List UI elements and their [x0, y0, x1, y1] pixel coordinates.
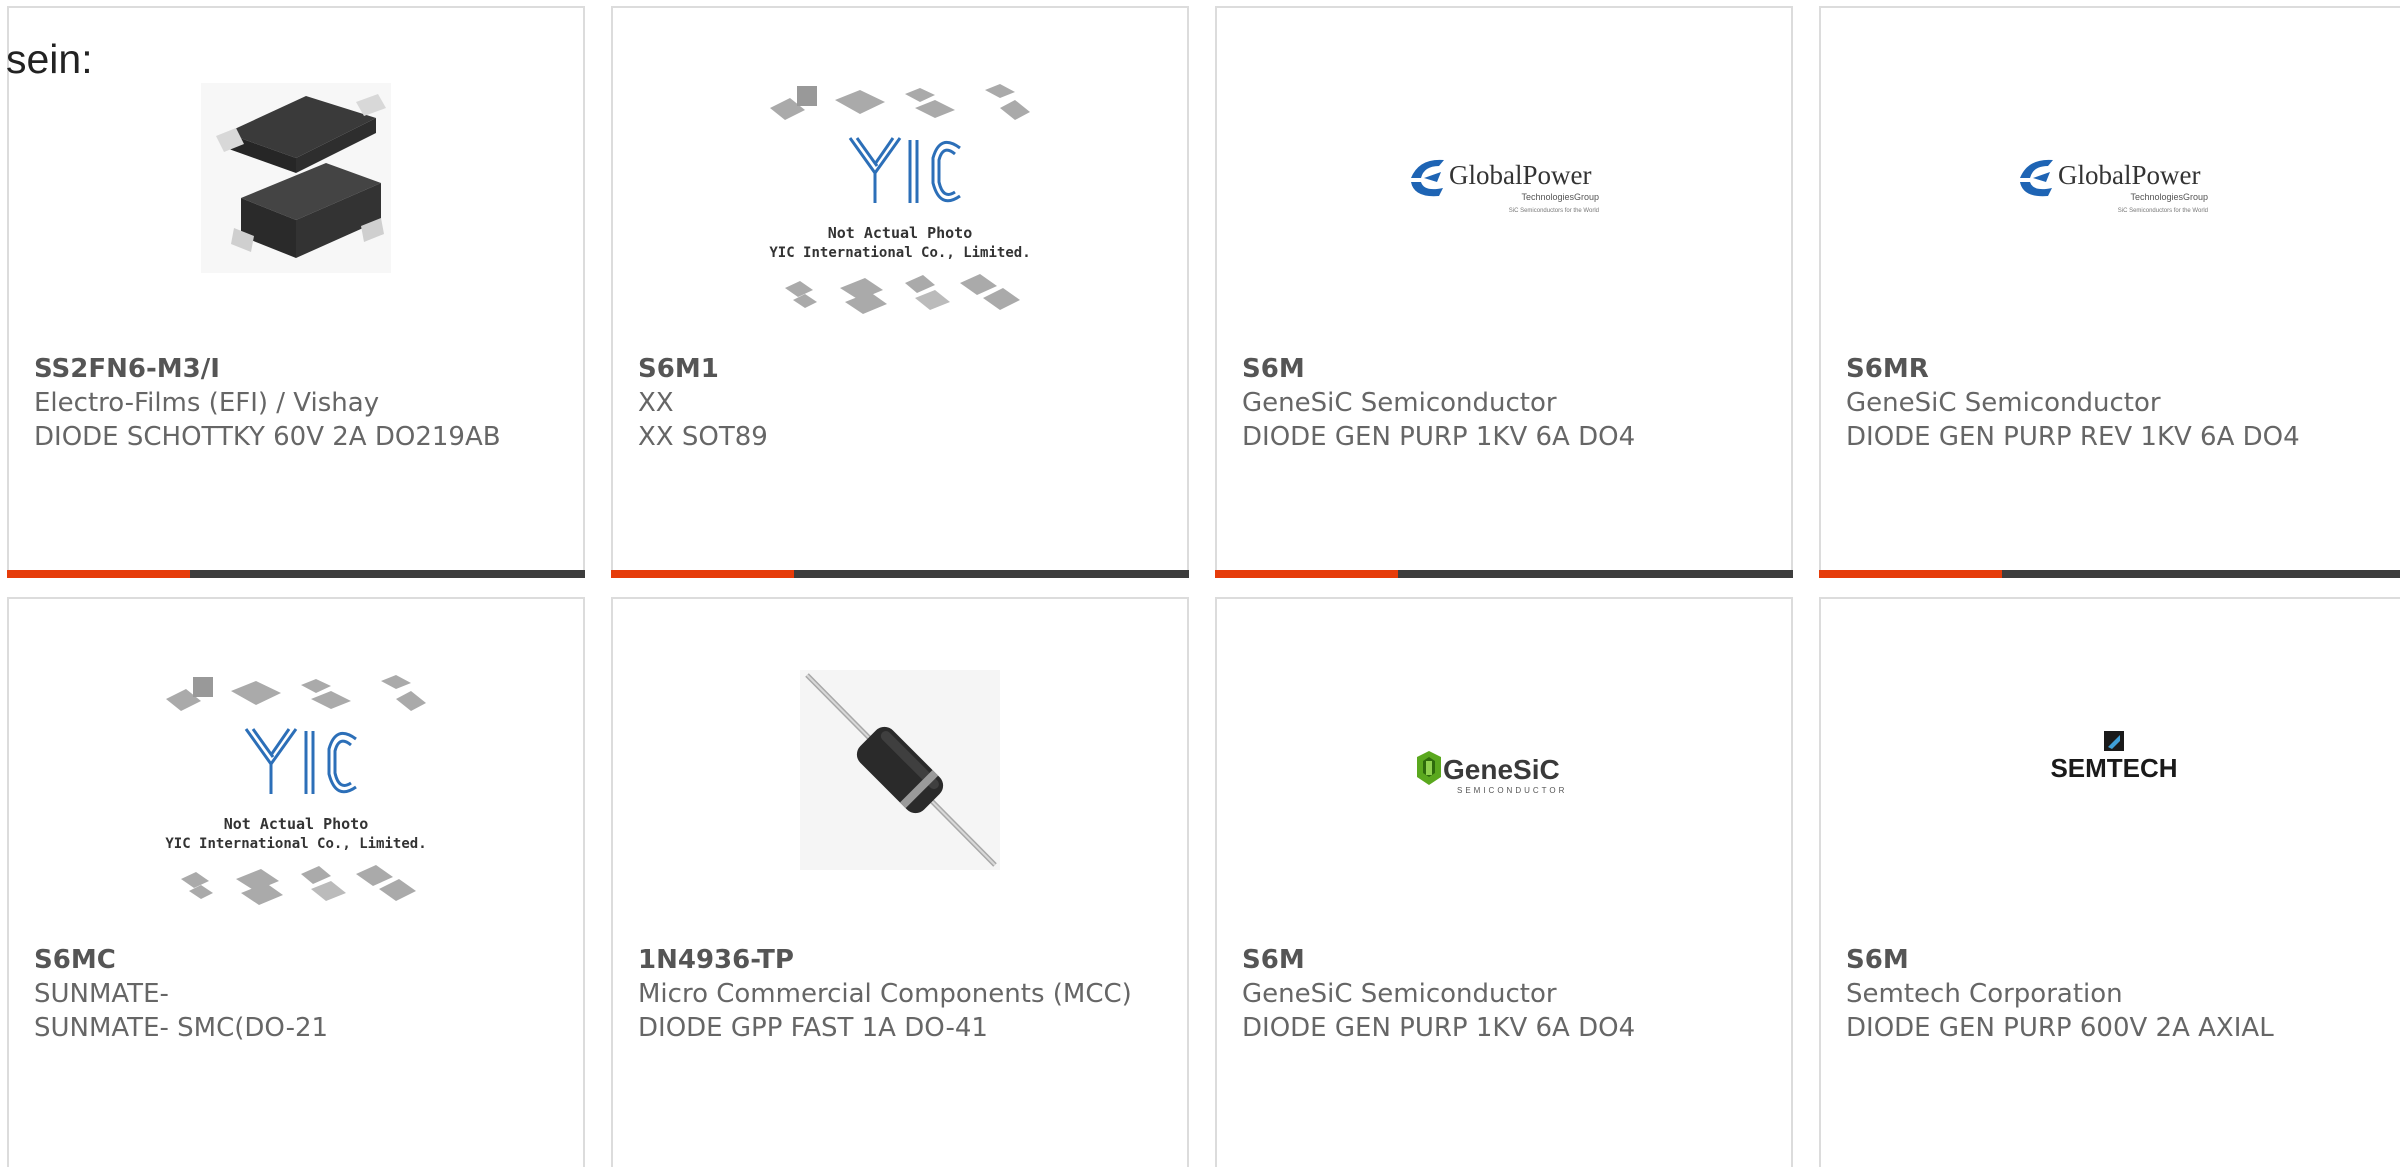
product-card[interactable]: Not Actual Photo YIC International Co., … — [611, 6, 1189, 578]
description: DIODE GPP FAST 1A DO-41 — [638, 1013, 988, 1043]
product-info: S6M GeneSiC Semiconductor DIODE GEN PURP… — [1242, 943, 1771, 1045]
product-image-semtech-logo[interactable]: SEMTECH — [1821, 669, 2400, 909]
globalpower-sub: TechnologiesGroup — [1521, 192, 1599, 202]
product-image-smd-diode[interactable] — [9, 78, 583, 318]
part-number[interactable]: S6M — [1242, 943, 1771, 977]
description: SUNMATE- SMC(DO-21 — [34, 1013, 329, 1043]
description: DIODE SCHOTTKY 60V 2A DO219AB — [34, 422, 501, 452]
yic-caption-line2: YIC International Co., Limited. — [165, 836, 426, 852]
manufacturer: Semtech Corporation — [1846, 979, 2123, 1009]
genesic-icon — [1417, 751, 1441, 785]
part-number[interactable]: S6MR — [1846, 352, 2389, 386]
card-bottom-bar — [1215, 570, 1793, 578]
product-image-genesic-logo[interactable]: GeneSiC SEMICONDUCTOR — [1217, 669, 1791, 909]
product-card[interactable]: SS2FN6-M3/I Electro-Films (EFI) / Vishay… — [7, 6, 585, 578]
product-grid: SS2FN6-M3/I Electro-Films (EFI) / Vishay… — [0, 0, 2400, 1167]
globalpower-name: GlobalPower — [1449, 160, 1591, 190]
product-info: S6MC SUNMATE- SUNMATE- SMC(DO-21 — [34, 943, 563, 1045]
product-card[interactable]: GeneSiC SEMICONDUCTOR S6M GeneSiC Semico… — [1215, 597, 1793, 1167]
semtech-icon — [2104, 731, 2124, 751]
card-bottom-bar — [611, 570, 1189, 578]
product-image-yic-placeholder[interactable]: Not Actual Photo YIC International Co., … — [613, 78, 1187, 318]
manufacturer: Electro-Films (EFI) / Vishay — [34, 388, 380, 418]
part-number[interactable]: S6M — [1846, 943, 2389, 977]
description: DIODE GEN PURP REV 1KV 6A DO4 — [1846, 422, 2300, 452]
product-info: 1N4936-TP Micro Commercial Components (M… — [638, 943, 1167, 1045]
product-info: S6M Semtech Corporation DIODE GEN PURP 6… — [1846, 943, 2389, 1045]
product-info: S6M GeneSiC Semiconductor DIODE GEN PURP… — [1242, 352, 1771, 454]
card-accent-bar — [1819, 570, 2002, 578]
part-number[interactable]: S6M1 — [638, 352, 1167, 386]
manufacturer: GeneSiC Semiconductor — [1242, 979, 1557, 1009]
semtech-name: SEMTECH — [2050, 753, 2177, 783]
description: DIODE GEN PURP 1KV 6A DO4 — [1242, 422, 1636, 452]
manufacturer: GeneSiC Semiconductor — [1846, 388, 2161, 418]
description: XX SOT89 — [638, 422, 768, 452]
manufacturer: GeneSiC Semiconductor — [1242, 388, 1557, 418]
manufacturer: SUNMATE- — [34, 979, 169, 1009]
description: DIODE GEN PURP 1KV 6A DO4 — [1242, 1013, 1636, 1043]
product-image-globalpower-logo[interactable]: GlobalPower TechnologiesGroup SiC Semico… — [1217, 78, 1791, 318]
product-info: S6MR GeneSiC Semiconductor DIODE GEN PUR… — [1846, 352, 2389, 454]
card-accent-bar — [1215, 570, 1398, 578]
genesic-name: GeneSiC — [1443, 754, 1560, 785]
card-bottom-bar — [1819, 570, 2400, 578]
lead-text: sein: — [6, 36, 93, 82]
globalpower-tag: SiC Semiconductors for the World — [1509, 208, 1599, 214]
part-number[interactable]: S6MC — [34, 943, 563, 977]
part-number[interactable]: S6M — [1242, 352, 1771, 386]
part-number[interactable]: 1N4936-TP — [638, 943, 1167, 977]
yic-caption-line1: Not Actual Photo — [828, 224, 973, 242]
product-card[interactable]: SEMTECH S6M Semtech Corporation DIODE GE… — [1819, 597, 2400, 1167]
product-info: SS2FN6-M3/I Electro-Films (EFI) / Vishay… — [34, 352, 563, 454]
product-image-yic-placeholder[interactable]: Not Actual Photo YIC International Co., … — [9, 669, 583, 909]
product-info: S6M1 XX XX SOT89 — [638, 352, 1167, 454]
card-accent-bar — [7, 570, 190, 578]
part-number[interactable]: SS2FN6-M3/I — [34, 352, 563, 386]
description: DIODE GEN PURP 600V 2A AXIAL — [1846, 1013, 2274, 1043]
card-bottom-bar — [7, 570, 585, 578]
manufacturer: Micro Commercial Components (MCC) — [638, 979, 1132, 1009]
product-card[interactable]: Not Actual Photo YIC International Co., … — [7, 597, 585, 1167]
globalpower-tag: SiC Semiconductors for the World — [2118, 208, 2208, 214]
globalpower-name: GlobalPower — [2058, 160, 2200, 190]
yic-caption-line1: Not Actual Photo — [224, 815, 369, 833]
globalpower-sub: TechnologiesGroup — [2130, 192, 2208, 202]
manufacturer: XX — [638, 388, 674, 418]
product-card[interactable]: GlobalPower TechnologiesGroup SiC Semico… — [1819, 6, 2400, 578]
yic-caption-line2: YIC International Co., Limited. — [769, 245, 1030, 261]
product-image-globalpower-logo[interactable]: GlobalPower TechnologiesGroup SiC Semico… — [1821, 78, 2400, 318]
product-image-axial-diode[interactable] — [613, 669, 1187, 909]
product-card[interactable]: 1N4936-TP Micro Commercial Components (M… — [611, 597, 1189, 1167]
genesic-sub: SEMICONDUCTOR — [1457, 786, 1567, 795]
product-card[interactable]: GlobalPower TechnologiesGroup SiC Semico… — [1215, 6, 1793, 578]
card-accent-bar — [611, 570, 794, 578]
